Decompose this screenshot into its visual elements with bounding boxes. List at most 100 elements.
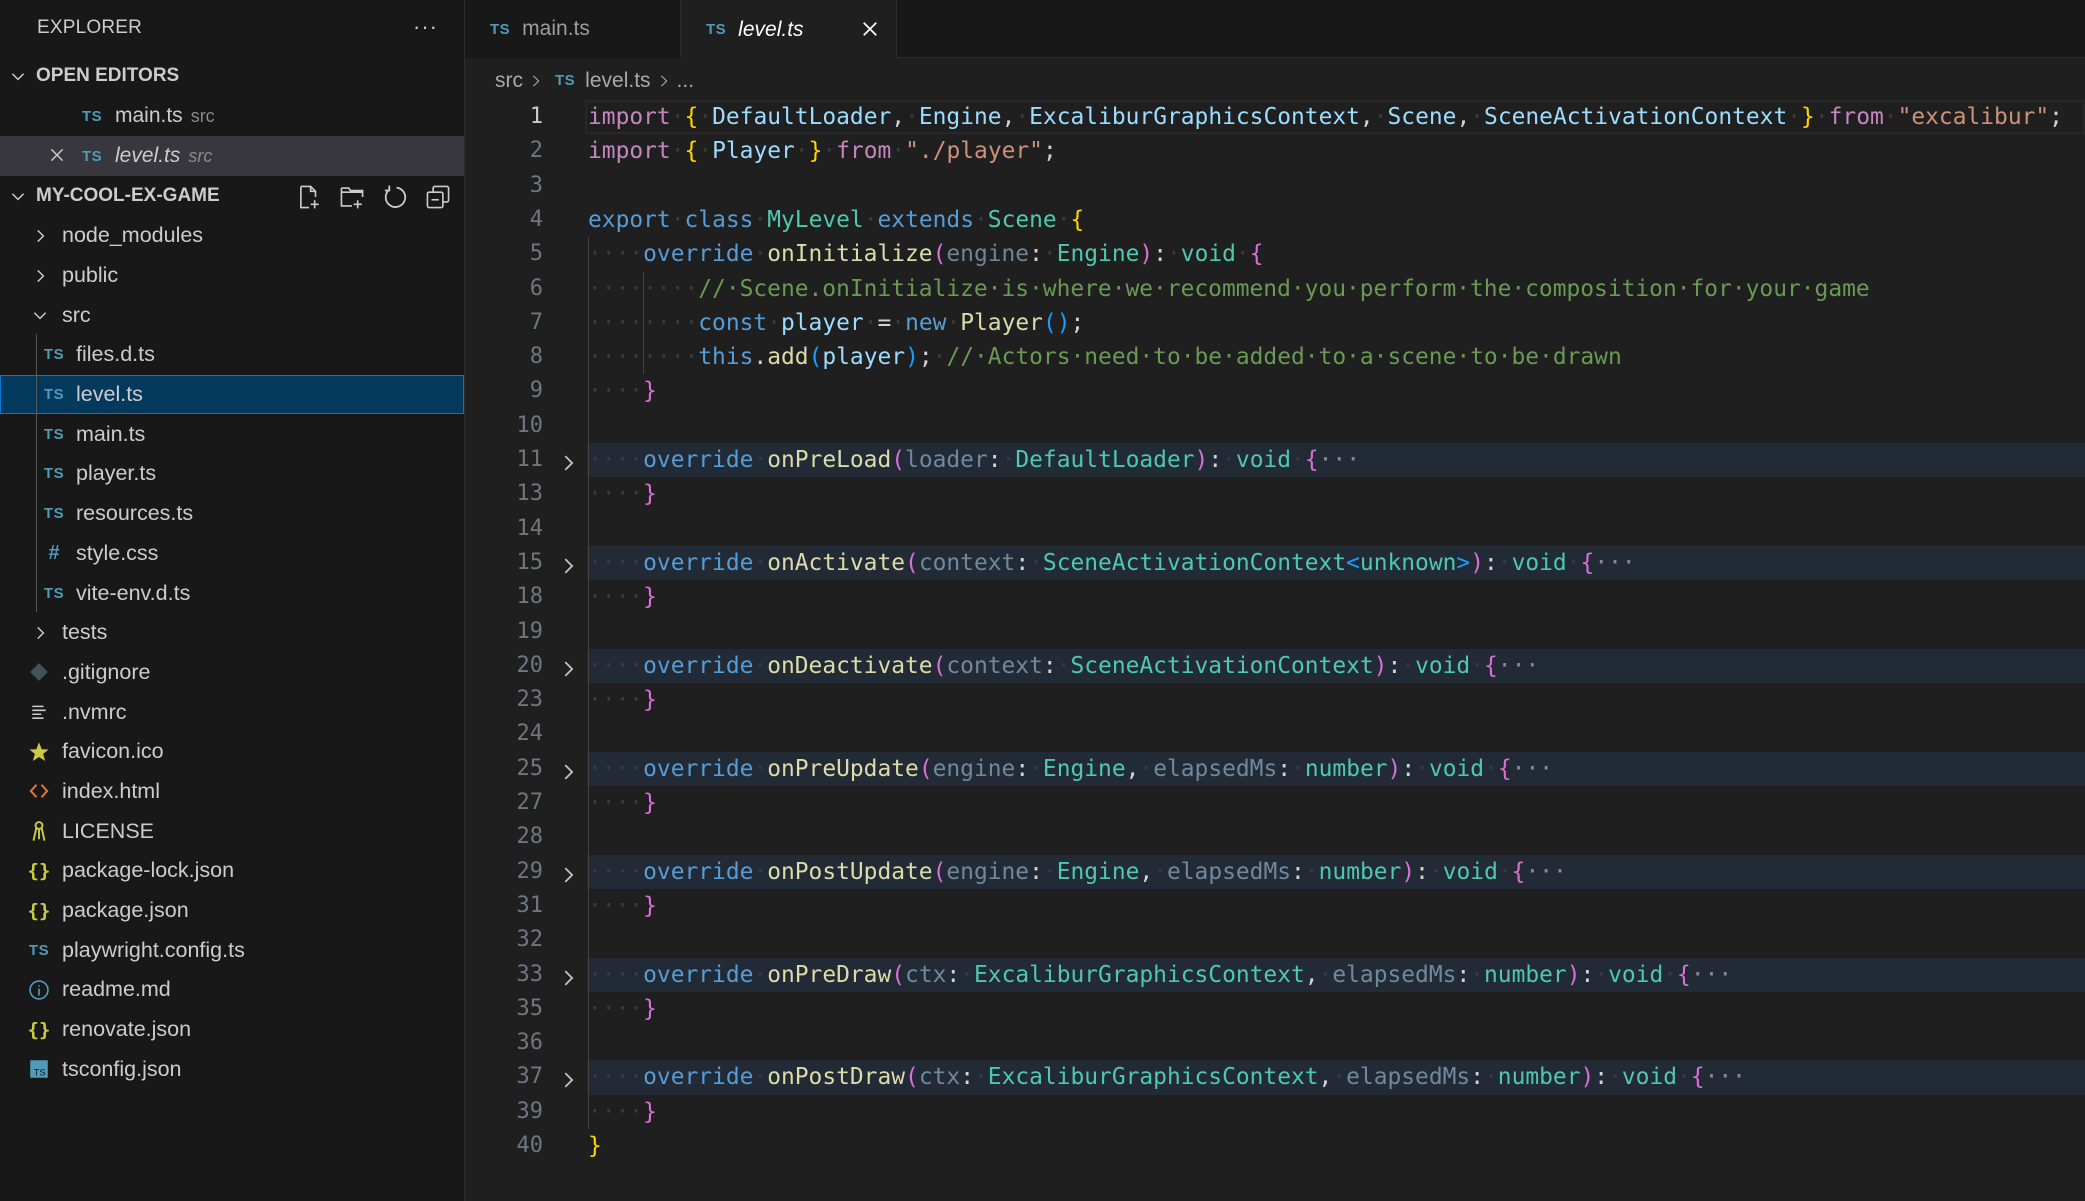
code-line-folded[interactable]: 15 ····override·onActivate(context:·Scene… (465, 545, 2085, 581)
tree-folder[interactable]: node_modules (0, 216, 464, 256)
tree-file[interactable]: .nvmrc (0, 692, 464, 732)
tree-file[interactable]: {} package.json (0, 891, 464, 931)
close-icon[interactable] (46, 144, 68, 166)
code-token: ExcaliburGraphicsContext (987, 1064, 1319, 1091)
code-line[interactable]: 32 (465, 923, 2085, 957)
tree-file[interactable]: favicon.ico (0, 732, 464, 772)
open-editor-item-main[interactable]: TS main.ts src (0, 96, 464, 136)
tree-file[interactable]: TS vite-env.d.ts (0, 573, 464, 613)
code-line-folded[interactable]: 29 ····override·onPostUpdate(engine:·Engi… (465, 854, 2085, 889)
folded-ellipsis[interactable]: ··· (1512, 756, 1553, 782)
code-line-folded[interactable]: 25 ····override·onPreUpdate(engine:·Engin… (465, 751, 2085, 786)
fold-chevron-right-icon[interactable] (557, 553, 579, 575)
code-token: · (863, 309, 878, 336)
folded-ellipsis[interactable]: ··· (1594, 550, 1635, 576)
tree-folder[interactable]: src (0, 295, 464, 335)
code-line-folded[interactable]: 33 ····override·onPreDraw(ctx:·ExcaliburG… (465, 957, 2085, 992)
code-line[interactable]: 36 (465, 1026, 2085, 1060)
fold-chevron-right-icon[interactable] (557, 1067, 579, 1089)
code-token: } (643, 687, 657, 714)
folded-ellipsis[interactable]: ··· (1525, 859, 1566, 885)
code-line[interactable]: 40} (465, 1129, 2085, 1163)
breadcrumb-folder[interactable]: src (495, 69, 523, 93)
fold-chevron-right-icon[interactable] (557, 450, 579, 472)
code-token: void (1180, 241, 1236, 268)
code-line[interactable]: 13 ····} (465, 477, 2085, 511)
tree-file[interactable]: TS player.ts (0, 454, 464, 494)
line-number: 6 (529, 275, 543, 301)
line-number: 35 (516, 995, 544, 1021)
code-editor[interactable]: 1 import·{·DefaultLoader,·Engine,·Excalib… (465, 100, 2085, 1201)
tree-file[interactable]: # style.css (0, 534, 464, 574)
open-editor-item-level[interactable]: TS level.ts src (0, 136, 464, 176)
open-editors-section-header[interactable]: OPEN EDITORS (0, 56, 464, 96)
code-line[interactable]: 24 (465, 717, 2085, 751)
tree-file[interactable]: .gitignore (0, 653, 464, 693)
tab-level-ts[interactable]: TS level.ts (681, 0, 897, 59)
tree-file[interactable]: TS main.ts (0, 414, 464, 454)
code-line[interactable]: 8 ········this.add(player);·//·Actors·nee… (465, 340, 2085, 374)
code-line[interactable]: 28 (465, 820, 2085, 854)
tree-file[interactable]: readme.md (0, 970, 464, 1010)
tab-main-ts[interactable]: TS main.ts (465, 0, 681, 58)
code-text: ········//·Scene.onInitialize·is·where·w… (588, 272, 1870, 306)
svg-text:TS: TS (34, 1068, 46, 1078)
line-number: 18 (516, 584, 544, 610)
typescript-file-icon: TS (82, 107, 103, 125)
folded-ellipsis[interactable]: ··· (1691, 962, 1732, 988)
breadcrumb-file[interactable]: level.ts (585, 69, 650, 93)
code-line[interactable]: 14 (465, 512, 2085, 546)
close-tab-icon[interactable] (856, 15, 884, 43)
tree-file[interactable]: TS resources.ts (0, 494, 464, 534)
code-line[interactable]: 23 ····} (465, 683, 2085, 717)
more-actions-icon[interactable]: ··· (413, 14, 438, 40)
code-text: ····} (588, 580, 657, 614)
code-line[interactable]: 2 import·{·Player·}·from·"./player"; (465, 134, 2085, 168)
fold-chevron-right-icon[interactable] (557, 862, 579, 884)
refresh-icon[interactable] (380, 182, 409, 211)
breadcrumb-symbols[interactable]: ... (677, 69, 695, 93)
code-line[interactable]: 5 ····override·onInitialize(engine:·Engin… (465, 237, 2085, 271)
folded-ellipsis[interactable]: ··· (1498, 653, 1539, 679)
tree-file[interactable]: LICENSE (0, 811, 464, 851)
code-line[interactable]: 6 ········//·Scene.onInitialize·is·where·… (465, 272, 2085, 306)
folded-ellipsis[interactable]: ··· (1705, 1064, 1746, 1090)
collapse-all-icon[interactable] (423, 182, 452, 211)
code-line-folded[interactable]: 37 ····override·onPostDraw(ctx:·Excalibur… (465, 1060, 2085, 1095)
tree-file[interactable]: {} renovate.json (0, 1010, 464, 1050)
code-line[interactable]: 9 ····} (465, 374, 2085, 408)
open-editor-name: level.ts (115, 144, 181, 167)
code-line[interactable]: 1 import·{·DefaultLoader,·Engine,·Excalib… (465, 100, 2085, 135)
tree-folder[interactable]: tests (0, 613, 464, 653)
indent-whitespace: ···· (588, 995, 644, 1022)
folded-ellipsis[interactable]: ··· (1319, 447, 1360, 473)
code-line[interactable]: 39 ····} (465, 1095, 2085, 1129)
code-line[interactable]: 18 ····} (465, 580, 2085, 614)
tree-file[interactable]: index.html (0, 772, 464, 812)
tree-file[interactable]: TS files.d.ts (0, 335, 464, 375)
code-line[interactable]: 4 export·class·MyLevel·extends·Scene·{ (465, 203, 2085, 237)
code-line[interactable]: 27 ····} (465, 786, 2085, 820)
fold-chevron-right-icon[interactable] (557, 759, 579, 781)
tree-file[interactable]: TS playwright.config.ts (0, 930, 464, 970)
tree-item-label: tests (62, 620, 108, 645)
code-line[interactable]: 19 (465, 615, 2085, 649)
code-line-folded[interactable]: 20 ····override·onDeactivate(context:·Sce… (465, 648, 2085, 684)
code-line[interactable]: 3 (465, 169, 2085, 203)
tree-file[interactable]: TS level.ts (0, 374, 464, 415)
code-line[interactable]: 10 (465, 409, 2085, 443)
fold-chevron-right-icon[interactable] (557, 965, 579, 987)
fold-chevron-right-icon[interactable] (557, 656, 579, 678)
code-token: } (643, 584, 657, 611)
code-line-folded[interactable]: 11 ····override·onPreLoad(loader:·Default… (465, 443, 2085, 478)
code-line[interactable]: 35 ····} (465, 992, 2085, 1026)
tree-file[interactable]: TS tsconfig.json (0, 1049, 464, 1089)
project-section-header[interactable]: MY-COOL-EX-GAME (0, 176, 464, 216)
tree-folder[interactable]: public (0, 256, 464, 296)
tree-file[interactable]: {} package-lock.json (0, 851, 464, 891)
code-line[interactable]: 7 ········const·player·=·new·Player(); (465, 306, 2085, 340)
code-token: add (767, 344, 809, 371)
code-line[interactable]: 31 ····} (465, 889, 2085, 923)
new-folder-icon[interactable] (337, 182, 366, 211)
new-file-icon[interactable] (294, 182, 323, 211)
